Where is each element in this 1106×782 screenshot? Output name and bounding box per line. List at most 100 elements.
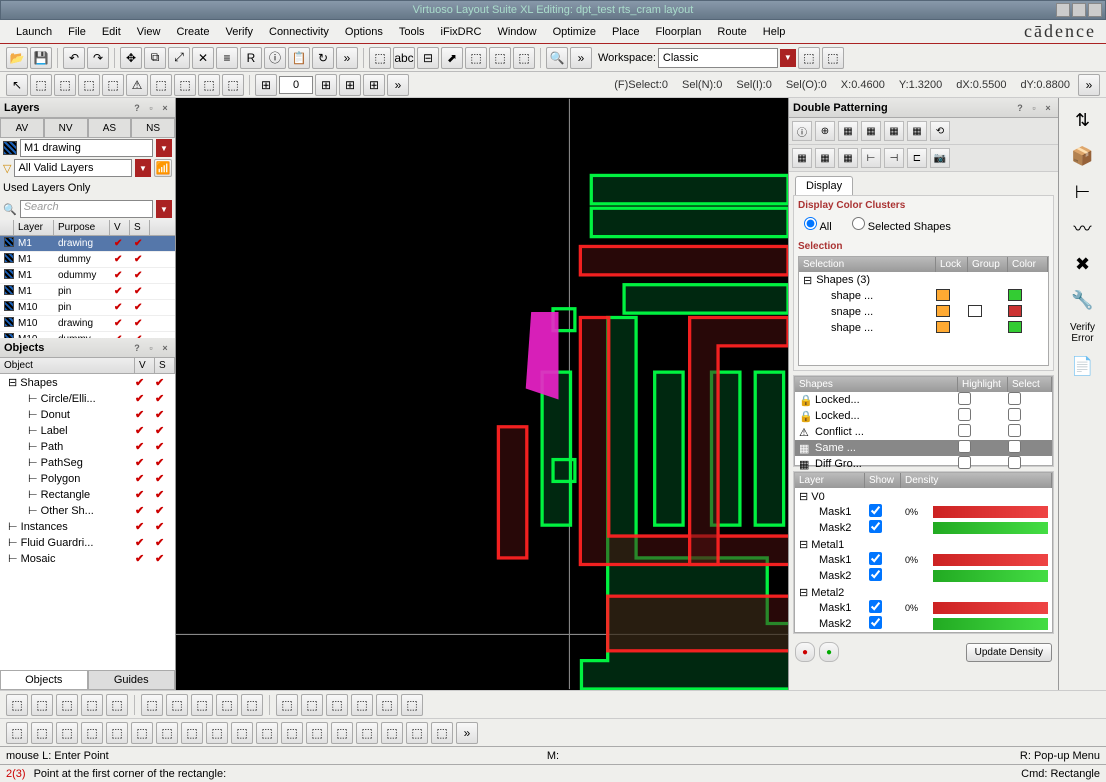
num-a-icon[interactable]: ⊞ <box>255 74 277 96</box>
radio-selected[interactable]: Selected Shapes <box>852 217 951 233</box>
bb15-icon[interactable]: ⬚ <box>356 722 378 744</box>
tab-objects[interactable]: Objects <box>0 670 88 690</box>
close-button[interactable] <box>1088 3 1102 17</box>
bb2-icon[interactable]: ⬚ <box>31 722 53 744</box>
bt13-icon[interactable]: ⬚ <box>326 694 348 716</box>
object-tree-item[interactable]: ⊢ Polygon✔✔ <box>0 470 175 486</box>
menu-launch[interactable]: Launch <box>8 23 60 41</box>
dp-tb2-1-icon[interactable]: ▦ <box>792 148 812 168</box>
fr-5-icon[interactable]: ✖ <box>1067 250 1099 278</box>
delete-icon[interactable]: ✕ <box>192 47 214 69</box>
bt4-icon[interactable]: ⬚ <box>81 694 103 716</box>
sel-f-icon[interactable]: ⬚ <box>174 74 196 96</box>
tab-av[interactable]: AV <box>0 118 44 138</box>
num-b-icon[interactable]: ⊞ <box>315 74 337 96</box>
num-d-icon[interactable]: ⊞ <box>363 74 385 96</box>
shapes-row[interactable]: ▦Diff Gro... <box>795 456 1052 472</box>
menu-tools[interactable]: Tools <box>391 23 433 41</box>
col-s[interactable]: S <box>130 220 150 235</box>
sel-tree-root[interactable]: ⊟ Shapes (3) <box>799 272 1048 288</box>
more3-icon[interactable]: » <box>387 74 409 96</box>
used-layers-label[interactable]: Used Layers Only <box>3 182 90 194</box>
fr-4-icon[interactable]: 〰 <box>1067 214 1099 242</box>
object-tree-item[interactable]: ⊢ Label✔✔ <box>0 422 175 438</box>
selection-item[interactable]: snape ... <box>799 304 1048 320</box>
redo-icon[interactable]: ↷ <box>87 47 109 69</box>
dp-tb2-4-icon[interactable]: ⊢ <box>861 148 881 168</box>
cursor-icon[interactable]: ⬈ <box>441 47 463 69</box>
ws-b-icon[interactable]: ⬚ <box>822 47 844 69</box>
dp-tb2-6-icon[interactable]: ⊏ <box>907 148 927 168</box>
dp-help-icon[interactable]: ? <box>1014 102 1026 114</box>
bt10-icon[interactable]: ⬚ <box>241 694 263 716</box>
dp-tb-7-icon[interactable]: ⟲ <box>930 121 950 141</box>
save-icon[interactable]: 💾 <box>30 47 52 69</box>
sel-c-icon[interactable]: ⬚ <box>78 74 100 96</box>
dp-undock-icon[interactable]: ▫ <box>1028 102 1040 114</box>
bb7-icon[interactable]: ⬚ <box>156 722 178 744</box>
density-row[interactable]: Mask10% <box>795 504 1052 520</box>
bb18-icon[interactable]: ⬚ <box>431 722 453 744</box>
maximize-button[interactable] <box>1072 3 1086 17</box>
current-layer-select[interactable]: M1 drawing <box>20 139 153 157</box>
bt6-icon[interactable]: ⬚ <box>141 694 163 716</box>
bt12-icon[interactable]: ⬚ <box>301 694 323 716</box>
open-icon[interactable]: 📂 <box>6 47 28 69</box>
tool-d-icon[interactable]: ⬚ <box>489 47 511 69</box>
tool-e-icon[interactable]: ⬚ <box>513 47 535 69</box>
tool-a-icon[interactable]: ⬚ <box>369 47 391 69</box>
minimize-button[interactable] <box>1056 3 1070 17</box>
layer-row[interactable]: M10pin✔✔ <box>0 300 175 316</box>
tab-nv[interactable]: NV <box>44 118 88 138</box>
fr-1-icon[interactable]: ⇅ <box>1067 106 1099 134</box>
bt16-icon[interactable]: ⬚ <box>401 694 423 716</box>
dp-close-icon[interactable]: × <box>1042 102 1054 114</box>
object-tree-item[interactable]: ⊢ Instances✔✔ <box>0 518 175 534</box>
bb6-icon[interactable]: ⬚ <box>131 722 153 744</box>
dp-stop-icon[interactable]: ● <box>795 642 815 662</box>
bt8-icon[interactable]: ⬚ <box>191 694 213 716</box>
bb19-icon[interactable]: » <box>456 722 478 744</box>
bt7-icon[interactable]: ⬚ <box>166 694 188 716</box>
object-tree-item[interactable]: ⊢ PathSeg✔✔ <box>0 454 175 470</box>
bb5-icon[interactable]: ⬚ <box>106 722 128 744</box>
fr-2-icon[interactable]: 📦 <box>1067 142 1099 170</box>
sel-arrow-icon[interactable]: ↖ <box>6 74 28 96</box>
bt9-icon[interactable]: ⬚ <box>216 694 238 716</box>
col-layer[interactable]: Layer <box>14 220 54 235</box>
col-obj-s[interactable]: S <box>155 358 175 373</box>
dp-tb-5-icon[interactable]: ▦ <box>884 121 904 141</box>
more4-icon[interactable]: » <box>1078 74 1100 96</box>
ruler-icon[interactable]: R <box>240 47 262 69</box>
density-row[interactable]: Mask10% <box>795 552 1052 568</box>
object-tree-item[interactable]: ⊢ Donut✔✔ <box>0 406 175 422</box>
object-tree-item[interactable]: ⊢ Other Sh...✔✔ <box>0 502 175 518</box>
menu-place[interactable]: Place <box>604 23 648 41</box>
menu-help[interactable]: Help <box>755 23 794 41</box>
menu-file[interactable]: File <box>60 23 94 41</box>
menu-ifixdrc[interactable]: iFixDRC <box>433 23 490 41</box>
copy-icon[interactable]: ⧉ <box>144 47 166 69</box>
obj-help-icon[interactable]: ? <box>131 342 143 354</box>
object-tree-item[interactable]: ⊢ Circle/Elli...✔✔ <box>0 390 175 406</box>
col-v[interactable]: V <box>110 220 130 235</box>
bt15-icon[interactable]: ⬚ <box>376 694 398 716</box>
menu-window[interactable]: Window <box>489 23 544 41</box>
density-row[interactable]: Mask2 <box>795 568 1052 584</box>
bb9-icon[interactable]: ⬚ <box>206 722 228 744</box>
update-density-button[interactable]: Update Density <box>966 643 1052 662</box>
dp-tb-1-icon[interactable]: ⓘ <box>792 121 812 141</box>
menu-optimize[interactable]: Optimize <box>545 23 604 41</box>
density-row[interactable]: Mask2 <box>795 616 1052 632</box>
col-obj-v[interactable]: V <box>135 358 155 373</box>
density-row[interactable]: Mask2 <box>795 520 1052 536</box>
dp-tb-2-icon[interactable]: ⊕ <box>815 121 835 141</box>
bt3-icon[interactable]: ⬚ <box>56 694 78 716</box>
sel-e-icon[interactable]: ⬚ <box>150 74 172 96</box>
bb10-icon[interactable]: ⬚ <box>231 722 253 744</box>
bb16-icon[interactable]: ⬚ <box>381 722 403 744</box>
bb14-icon[interactable]: ⬚ <box>331 722 353 744</box>
menu-create[interactable]: Create <box>168 23 217 41</box>
doc-icon[interactable]: 📄 <box>1067 352 1099 380</box>
layer-search-input[interactable]: Search <box>20 200 153 218</box>
